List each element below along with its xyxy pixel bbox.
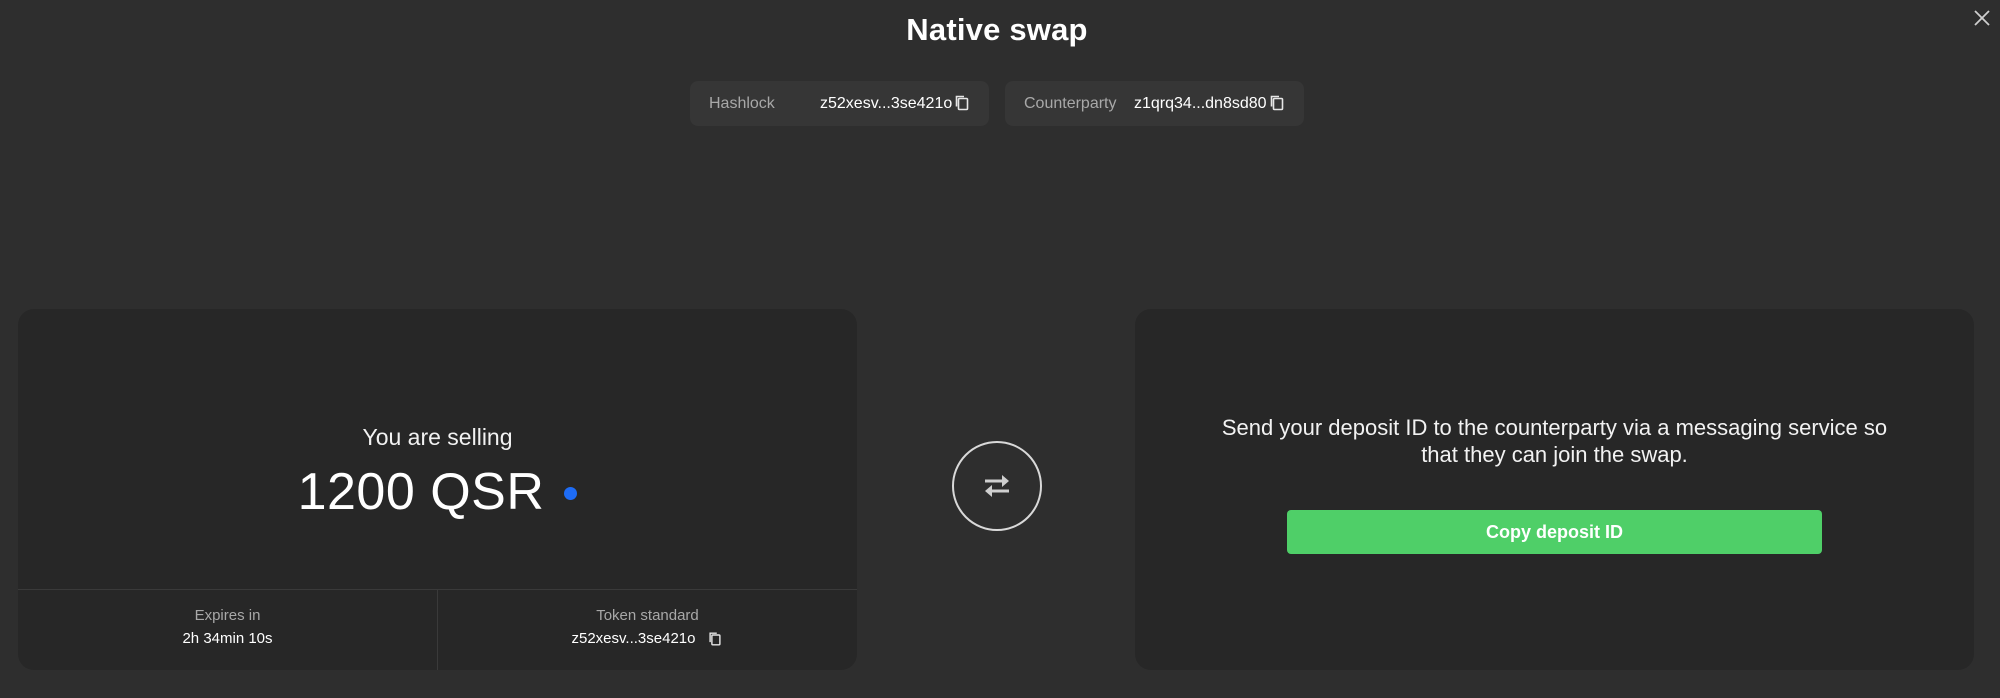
counterparty-pill: Counterparty z1qrq34...dn8sd80 xyxy=(1005,81,1304,126)
selling-amount-row: 1200 QSR xyxy=(18,462,857,522)
token-standard-cell: Token standard z52xesv...3se421o xyxy=(438,607,857,648)
token-standard-value-text: z52xesv...3se421o xyxy=(571,630,696,647)
expires-label: Expires in xyxy=(194,607,261,624)
copy-token-standard-icon[interactable] xyxy=(707,631,723,647)
hashlock-pill: Hashlock z52xesv...3se421o xyxy=(690,81,989,126)
native-swap-dialog: Native swap Hashlock z52xesv...3se421o C… xyxy=(0,0,2000,698)
token-standard-value: z52xesv...3se421o xyxy=(572,630,724,647)
expires-value-text: 2h 34min 10s xyxy=(182,630,273,647)
token-color-dot xyxy=(564,486,578,500)
token-standard-label: Token standard xyxy=(596,607,699,624)
deposit-card: Send your deposit ID to the counterparty… xyxy=(1135,309,1974,670)
selling-amount: 1200 QSR xyxy=(297,463,545,521)
copy-deposit-id-button[interactable]: Copy deposit ID xyxy=(1287,510,1822,554)
copy-counterparty-icon[interactable] xyxy=(1268,94,1286,112)
copy-hashlock-icon[interactable] xyxy=(953,94,971,112)
counterparty-value: z1qrq34...dn8sd80 xyxy=(1134,94,1267,112)
dialog-title: Native swap xyxy=(906,12,1088,47)
selling-label: You are selling xyxy=(362,424,513,450)
counterparty-label: Counterparty xyxy=(1024,94,1117,112)
deposit-instruction: Send your deposit ID to the counterparty… xyxy=(1221,415,1888,467)
expires-cell: Expires in 2h 34min 10s xyxy=(18,607,437,648)
swap-arrows-icon xyxy=(985,475,1009,497)
hashlock-label: Hashlock xyxy=(709,94,775,112)
swap-direction-indicator xyxy=(952,441,1042,531)
expires-value: 2h 34min 10s xyxy=(182,630,272,647)
selling-card: You are selling 1200 QSR Expires in 2h 3… xyxy=(18,309,857,670)
hashlock-value: z52xesv...3se421o xyxy=(820,94,953,112)
